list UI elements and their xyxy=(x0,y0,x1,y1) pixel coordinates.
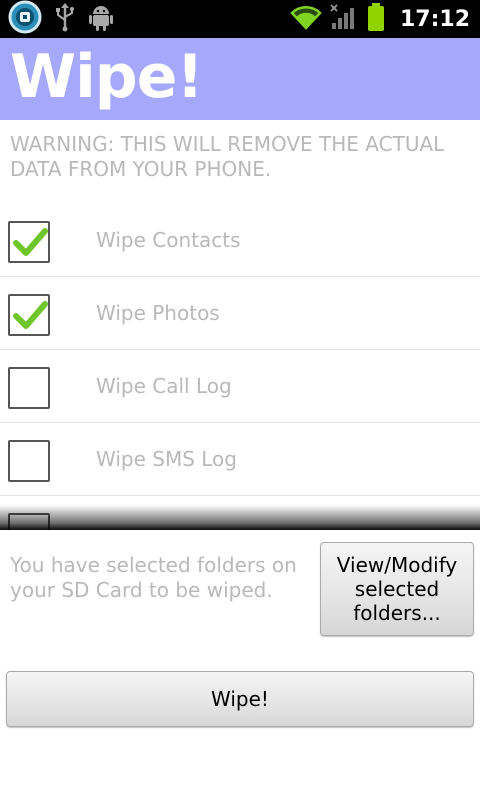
option-wipe-call-log[interactable]: Wipe Call Log xyxy=(0,350,480,423)
sd-card-message: You have selected folders on your SD Car… xyxy=(10,553,297,602)
android-debug-icon xyxy=(88,2,114,36)
warning-text: WARNING: THIS WILL REMOVE THE ACTUAL DAT… xyxy=(10,132,445,181)
checkmark-icon xyxy=(13,301,48,329)
list-scroll-shadow xyxy=(0,505,480,530)
checkbox-wipe-sms-log[interactable] xyxy=(8,440,50,482)
checkbox-wipe-photos[interactable] xyxy=(8,294,50,336)
option-wipe-contacts[interactable]: Wipe Contacts xyxy=(0,204,480,277)
option-label: Wipe SMS Log xyxy=(96,447,237,471)
signal-icon xyxy=(330,3,358,35)
title-bar: Wipe! xyxy=(0,38,480,120)
checkbox-wipe-contacts[interactable] xyxy=(8,221,50,263)
option-label: Wipe Contacts xyxy=(96,228,241,252)
usb-icon xyxy=(54,2,76,36)
option-label: Wipe Photos xyxy=(96,301,220,325)
wipe-options-list: Wipe Contacts Wipe Photos Wipe Call Log … xyxy=(0,204,480,530)
option-label: Wipe Call Log xyxy=(96,374,232,398)
status-time: 17:12 xyxy=(399,6,470,32)
page-title: Wipe! xyxy=(10,42,204,112)
view-modify-folders-button[interactable]: View/Modify selected folders... xyxy=(320,542,474,636)
wifi-icon xyxy=(290,4,322,34)
checkbox-wipe-call-log[interactable] xyxy=(8,367,50,409)
system-icons: 17:12 xyxy=(290,2,470,36)
option-wipe-photos[interactable]: Wipe Photos xyxy=(0,277,480,350)
option-wipe-sms-log[interactable]: Wipe SMS Log xyxy=(0,423,480,496)
app-notification-icon xyxy=(8,0,42,38)
checkmark-icon xyxy=(13,228,48,256)
wipe-button[interactable]: Wipe! xyxy=(6,671,474,727)
battery-icon xyxy=(366,2,386,36)
notification-icons xyxy=(8,0,114,38)
status-bar: 17:12 xyxy=(0,0,480,38)
